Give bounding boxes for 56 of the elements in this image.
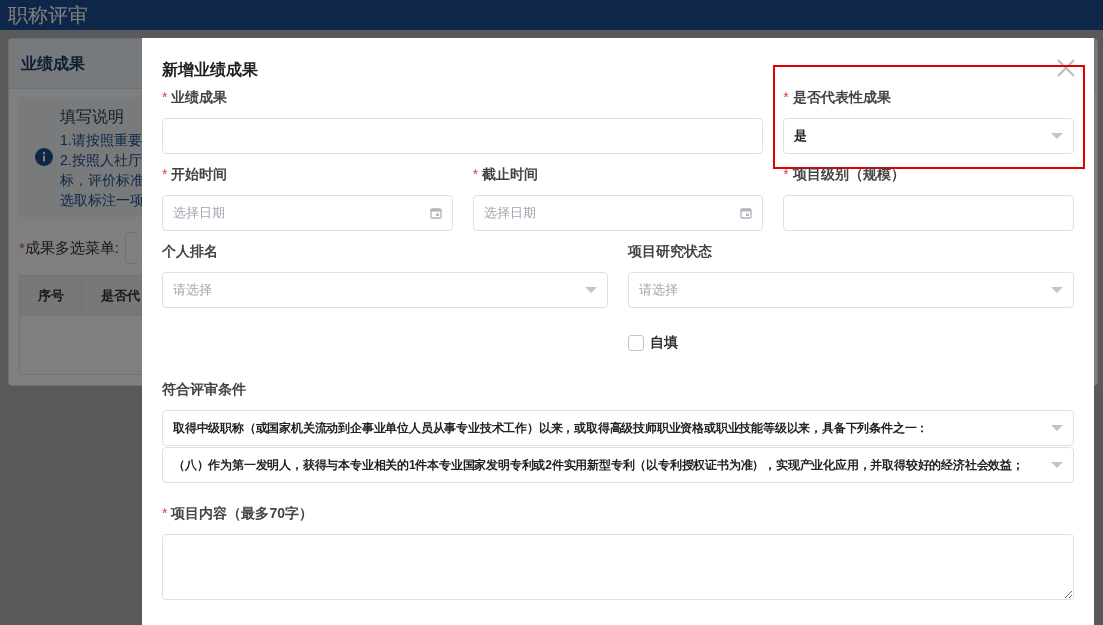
column-header: 序号 [37,286,64,305]
field-label: 项目级别（规模） [792,165,905,184]
placeholder-text: 请选择 [639,281,678,300]
caret-icon [1051,424,1063,432]
field-label: 截止时间 [482,165,539,184]
page-title: 职称评审 [8,3,88,28]
select-value: （八）作为第一发明人，获得与本专业相关的1件本专业国家发明专利或2件实用新型专利（以专利授权证书为准），实现产业化应用，并取得较好的经济社会效益； [173,457,1024,474]
field-label: 业绩成果 [171,88,228,107]
text-field[interactable] [162,118,764,154]
caret-icon [1051,286,1063,294]
calendar-icon [740,207,753,219]
text-field[interactable] [783,195,1074,231]
required-mark: * [162,504,168,523]
select-field[interactable]: 取得中级职称（或国家机关流动到企事业单位人员从事专业技术工作）以来，或取得高级技师职业资格或职业技能等级以来，具备下列条件之一： [162,410,1074,446]
select-field[interactable]: 是 [783,118,1074,154]
field-label: 符合评审条件 [162,380,246,399]
required-mark: * [162,88,168,107]
caret-icon [1051,461,1063,469]
required-mark: * [472,165,479,184]
field-label: 开始时间 [171,165,228,184]
notice-title: 填写说明 [60,107,125,127]
date-field[interactable]: 选择日期 [162,195,453,231]
notice-text: 选取标注一项 [60,191,144,210]
close-button[interactable] [1056,58,1076,78]
select-value: 是 [794,127,808,146]
required-mark: * [162,165,168,184]
select-field[interactable]: 请选择 [628,272,1074,308]
select-value: 取得中级职称（或国家机关流动到企事业单位人员从事专业技术工作）以来，或取得高级技师职业资格或职业技能等级以来，具备下列条件之一： [173,420,929,437]
date-field[interactable]: 选择日期 [472,195,764,231]
required-mark: * [783,88,789,107]
field-label: 是否代表性成果 [792,88,891,107]
field-label: 项目研究状态 [628,242,712,261]
checkbox[interactable] [628,334,644,351]
caret-icon [1051,132,1063,140]
dialog-title: 新增业绩成果 [162,60,258,80]
select-field[interactable]: 请选择 [162,272,608,308]
notice-text: 2.按照人社厅 [60,151,143,170]
field-label: 项目内容（最多70字） [171,504,314,523]
column-header: 是否代 [101,286,140,305]
info-icon [35,148,53,166]
placeholder-text: 请选择 [173,281,212,300]
caret-icon [585,286,597,294]
notice-text: 1.请按照重要 [60,131,143,150]
calendar-icon [429,207,442,219]
required-mark: * [19,237,25,258]
required-mark: * [783,165,789,184]
card-title: 业绩成果 [21,53,85,74]
placeholder-text: 选择日期 [173,204,225,223]
close-icon [1056,58,1076,78]
text-area[interactable] [162,534,1074,600]
placeholder-text: 选择日期 [483,204,536,223]
notice-text: 标，评价标准 [60,171,144,190]
select-field[interactable]: （八）作为第一发明人，获得与本专业相关的1件本专业国家发明专利或2件实用新型专利（以专利授权证书为准），实现产业化应用，并取得较好的经济社会效益； [162,447,1074,483]
field-label: 个人排名 [162,242,218,261]
filter-label: 成果多选菜单: [24,237,119,258]
checkbox-label: 自填 [650,333,678,352]
